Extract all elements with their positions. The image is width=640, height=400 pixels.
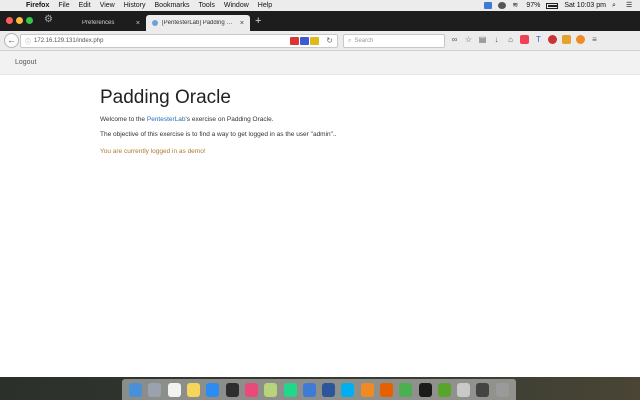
chrome-icon[interactable] bbox=[399, 382, 413, 397]
login-status: You are currently logged in as demo! bbox=[100, 148, 206, 155]
notification-center-icon[interactable]: ☰ bbox=[626, 2, 634, 9]
download-icon[interactable]: ↓ bbox=[492, 35, 501, 44]
back-arrow-icon: ← bbox=[7, 35, 16, 45]
terminal-icon[interactable] bbox=[225, 382, 239, 397]
menu-edit[interactable]: Edit bbox=[79, 2, 91, 9]
vlc-icon[interactable] bbox=[360, 382, 374, 397]
mail-icon[interactable] bbox=[302, 382, 316, 397]
adblock-icon[interactable] bbox=[548, 35, 557, 44]
menu-app-firefox[interactable]: Firefox bbox=[26, 2, 49, 9]
pycharm-icon[interactable] bbox=[283, 382, 297, 397]
reading-mode-icon[interactable]: ∞ bbox=[450, 35, 459, 44]
back-button[interactable]: ← bbox=[4, 33, 19, 48]
dock bbox=[122, 379, 516, 400]
itunes-icon[interactable] bbox=[244, 382, 258, 397]
new-tab-button[interactable]: + bbox=[255, 15, 261, 27]
url-bar-extensions bbox=[290, 37, 319, 45]
calendar-icon[interactable] bbox=[167, 382, 181, 397]
search-bar[interactable]: ⌕ Search bbox=[343, 34, 445, 48]
home-icon[interactable]: ⌂ bbox=[506, 35, 515, 44]
search-placeholder: Search bbox=[354, 38, 374, 44]
dropbox-icon[interactable] bbox=[484, 2, 493, 9]
macos-menu-bar: Firefox File Edit View History Bookmarks… bbox=[0, 0, 640, 11]
spotlight-icon[interactable]: ⌕ bbox=[612, 2, 620, 9]
tab-strip: ⚙ Preferences × [PentesterLab] Padding O… bbox=[0, 11, 640, 31]
navigation-toolbar: ← ⓘ 172.16.129.131/index.php ↻ ⌕ Search … bbox=[0, 31, 640, 51]
notepad-icon[interactable] bbox=[264, 382, 278, 397]
app-store-icon[interactable] bbox=[206, 382, 220, 397]
pentesterlab-link[interactable]: PentesterLab bbox=[147, 116, 186, 123]
battery-fill bbox=[548, 4, 558, 7]
finder-icon[interactable] bbox=[129, 382, 143, 397]
star-icon[interactable]: ☆ bbox=[464, 35, 473, 44]
menu-file[interactable]: File bbox=[58, 2, 69, 9]
battery-percent: 97% bbox=[526, 2, 541, 9]
toolbar-icons: ∞ ☆ ▤ ↓ ⌂ T ≡ bbox=[450, 35, 599, 44]
battery-icon[interactable] bbox=[546, 2, 559, 9]
tab-preferences-close-icon[interactable]: × bbox=[136, 20, 140, 27]
library-icon[interactable]: ▤ bbox=[478, 35, 487, 44]
extension-x-icon[interactable] bbox=[310, 37, 319, 45]
firefox-account-icon[interactable] bbox=[576, 35, 585, 44]
objective-paragraph: The objective of this exercise is to fin… bbox=[100, 131, 337, 138]
web-page: Logout Padding Oracle Welcome to the Pen… bbox=[0, 51, 640, 377]
url-bar[interactable]: ⓘ 172.16.129.131/index.php ↻ bbox=[20, 34, 338, 48]
site-navbar: Logout bbox=[0, 51, 640, 75]
tab-preferences[interactable]: Preferences × bbox=[62, 15, 146, 31]
url-text: 172.16.129.131/index.php bbox=[34, 38, 104, 44]
window-close-button[interactable] bbox=[6, 17, 13, 24]
menu-view[interactable]: View bbox=[100, 2, 115, 9]
tab-padding-oracle-label: [PentesterLab] Padding Ora... bbox=[162, 20, 236, 26]
tab-preferences-label: Preferences bbox=[82, 20, 115, 26]
extension-icon[interactable] bbox=[498, 2, 507, 9]
tab-padding-oracle-close-icon[interactable]: × bbox=[240, 20, 244, 27]
menu-help[interactable]: Help bbox=[258, 2, 272, 9]
menu-bookmarks[interactable]: Bookmarks bbox=[155, 2, 190, 9]
pocket-icon[interactable] bbox=[520, 35, 529, 44]
window-maximize-button[interactable] bbox=[26, 17, 33, 24]
menubar-status-area: ≋ 97% Sat 10:03 pm ⌕ ☰ bbox=[484, 2, 640, 9]
content-container: Padding Oracle Welcome to the PentesterL… bbox=[100, 87, 540, 155]
launchpad-icon[interactable] bbox=[148, 382, 162, 397]
word-icon[interactable] bbox=[322, 382, 336, 397]
notes-icon[interactable] bbox=[187, 382, 201, 397]
preview-icon[interactable] bbox=[457, 382, 471, 397]
gear-icon: ⚙ bbox=[44, 14, 53, 25]
menu-history[interactable]: History bbox=[124, 2, 146, 9]
reload-icon[interactable]: ↻ bbox=[326, 36, 333, 45]
tab-padding-oracle[interactable]: [PentesterLab] Padding Ora... × bbox=[146, 15, 250, 31]
site-info-icon[interactable]: ⓘ bbox=[25, 37, 31, 46]
translate-icon[interactable]: T bbox=[534, 35, 543, 44]
window-minimize-button[interactable] bbox=[16, 17, 23, 24]
menu-tools[interactable]: Tools bbox=[199, 2, 215, 9]
extension-blue-icon[interactable] bbox=[300, 37, 309, 45]
extension-red-icon[interactable] bbox=[290, 37, 299, 45]
addon-icon[interactable] bbox=[562, 35, 571, 44]
intro-after: 's exercise on Padding Oracle. bbox=[185, 116, 274, 123]
menubar-clock[interactable]: Sat 10:03 pm bbox=[564, 2, 606, 9]
search-icon: ⌕ bbox=[348, 37, 352, 44]
logout-link[interactable]: Logout bbox=[15, 59, 36, 66]
screenshot-icon[interactable] bbox=[476, 382, 490, 397]
menu-window[interactable]: Window bbox=[224, 2, 249, 9]
terminal2-icon[interactable] bbox=[418, 382, 432, 397]
page-title: Padding Oracle bbox=[100, 87, 231, 108]
menu-icon[interactable]: ≡ bbox=[590, 35, 599, 44]
utorrent-icon[interactable] bbox=[437, 382, 451, 397]
trash-icon[interactable] bbox=[495, 382, 509, 397]
intro-paragraph: Welcome to the PentesterLab's exercise o… bbox=[100, 115, 540, 124]
skype-icon[interactable] bbox=[341, 382, 355, 397]
intro-before: Welcome to the bbox=[100, 116, 147, 123]
wifi-icon[interactable]: ≋ bbox=[512, 2, 520, 9]
firefox-icon[interactable] bbox=[380, 382, 393, 397]
